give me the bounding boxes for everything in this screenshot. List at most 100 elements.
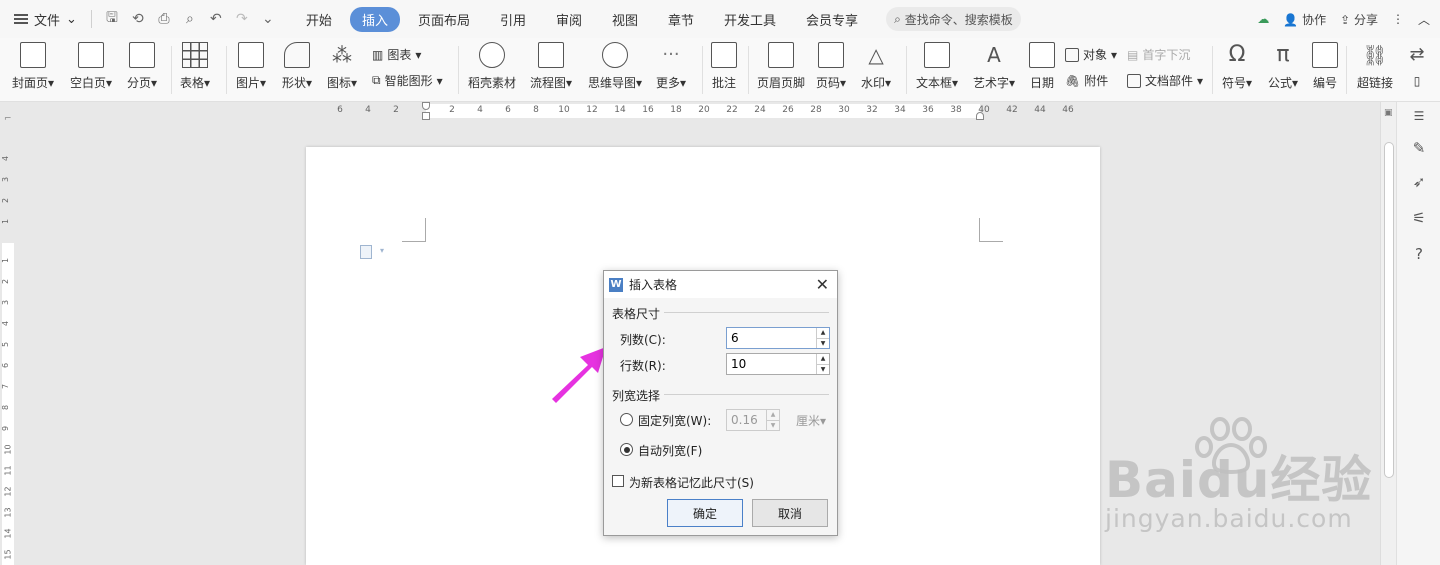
quick-access-toolbar: 🖫 ⟲ ⎙ ⌕ ↶ ↷ ⌄: [96, 7, 284, 31]
divider: [171, 46, 172, 94]
increment-icon[interactable]: ▲: [817, 354, 829, 365]
cloud-sync-icon[interactable]: ☁: [1257, 12, 1269, 26]
tab-review[interactable]: 审阅: [544, 7, 594, 32]
customize-icon[interactable]: ⌄: [260, 11, 276, 27]
save-icon[interactable]: 🖫: [104, 7, 120, 31]
share-button[interactable]: ⇪ 分享: [1340, 11, 1378, 28]
cancel-button[interactable]: 取消: [752, 499, 828, 527]
date-button[interactable]: 日期: [1029, 42, 1055, 91]
textbox-button[interactable]: 文本框▾: [916, 42, 958, 91]
chevron-down-icon: ⌄: [66, 11, 77, 27]
remember-size-checkbox[interactable]: [612, 475, 624, 487]
flowchart-label: 流程图: [530, 76, 567, 90]
header-footer-button[interactable]: 页眉页脚: [757, 42, 805, 91]
tab-chapter[interactable]: 章节: [656, 7, 706, 32]
undo-icon[interactable]: ↶: [208, 11, 224, 27]
print-icon[interactable]: ⎙: [156, 11, 172, 27]
fixed-width-radio[interactable]: [620, 413, 633, 426]
shape-button[interactable]: 形状▾: [282, 42, 312, 91]
auto-width-radio[interactable]: [620, 443, 633, 456]
ruler-toggle-icon[interactable]: ▣: [1384, 108, 1393, 118]
search-placeholder: 查找命令、搜索模板: [904, 12, 1013, 27]
hyperlink-button[interactable]: ⛓ 超链接: [1357, 42, 1393, 91]
formula-button[interactable]: π 公式▾: [1268, 42, 1298, 91]
command-search[interactable]: ⌕ 查找命令、搜索模板: [886, 7, 1021, 31]
table-button[interactable]: 表格▾: [180, 42, 210, 91]
collab-button[interactable]: 👤 协作: [1283, 11, 1326, 28]
chart-button[interactable]: ▥ 图表 ▾: [372, 46, 421, 63]
smartart-button[interactable]: ⧉ 智能图形 ▾: [372, 72, 443, 89]
docpart-button[interactable]: 文档部件 ▾: [1127, 72, 1203, 89]
page-break-label: 分页: [127, 76, 152, 90]
decrement-icon[interactable]: ▼: [817, 365, 829, 375]
dropcap-button[interactable]: ▤ 首字下沉: [1127, 46, 1190, 63]
symbol-button[interactable]: Ω 符号▾: [1222, 42, 1252, 91]
cover-page-button[interactable]: 封面页▾: [12, 42, 54, 91]
icon-button[interactable]: ⁂ 图标▾: [327, 42, 357, 91]
dialog-titlebar[interactable]: W 插入表格 ✕: [604, 271, 837, 298]
pen-icon[interactable]: ✎: [1409, 138, 1429, 158]
tab-member[interactable]: 会员专享: [794, 7, 870, 32]
print-preview-icon[interactable]: ⌕: [182, 11, 198, 27]
scrollbar-thumb[interactable]: [1384, 142, 1394, 478]
left-indent-marker[interactable]: [422, 112, 430, 120]
decrement-icon[interactable]: ▼: [817, 339, 829, 349]
blank-page-button[interactable]: 空白页▾: [70, 42, 112, 91]
tab-start[interactable]: 开始: [294, 7, 344, 32]
object-label: 对象: [1083, 48, 1108, 62]
ruler-tick-label: 9: [1, 425, 11, 432]
watermark-button[interactable]: △ 水印▾: [861, 42, 891, 91]
select-cursor-icon[interactable]: ➶: [1409, 172, 1429, 192]
numbering-button[interactable]: 编号: [1312, 42, 1338, 91]
collapse-ribbon-icon[interactable]: ︿: [1418, 11, 1430, 28]
ruler-tick-label: 12: [3, 486, 13, 497]
close-icon[interactable]: ✕: [816, 275, 829, 294]
material-button[interactable]: 稻壳素材: [468, 42, 516, 91]
paragraph-options-icon[interactable]: [360, 245, 372, 259]
page-number-button[interactable]: 页码▾: [816, 42, 846, 91]
rows-input[interactable]: [727, 354, 817, 374]
ruler-tick-label: 34: [894, 105, 906, 115]
ruler-tick-label: 30: [838, 105, 850, 115]
rows-spinner[interactable]: ▲▼: [726, 353, 830, 375]
ok-button[interactable]: 确定: [667, 499, 743, 527]
export-icon[interactable]: ⟲: [130, 11, 146, 27]
file-menu[interactable]: 文件 ⌄: [0, 0, 87, 38]
vertical-ruler[interactable]: 4 3 2 1 1 2 3 4 5 6 7 8 9 10 11 12 13 14 15: [0, 120, 16, 565]
flowchart-button[interactable]: 流程图▾: [530, 42, 572, 91]
menu-lines-icon[interactable]: ☰: [1409, 106, 1429, 126]
watermark-label: 水印: [861, 76, 886, 90]
mindmap-button[interactable]: 思维导图▾: [588, 42, 642, 91]
ruler-tick-label: 12: [586, 105, 598, 115]
more-menu-icon[interactable]: ⋮: [1392, 12, 1404, 26]
attachment-button[interactable]: 🖇 附件: [1065, 72, 1108, 89]
wordart-button[interactable]: A 艺术字▾: [973, 42, 1015, 91]
ruler-tick-label: 6: [505, 105, 511, 115]
comment-button[interactable]: 批注: [711, 42, 737, 91]
picture-button[interactable]: 图片▾: [236, 42, 266, 91]
columns-input[interactable]: [727, 328, 817, 348]
tab-page-layout[interactable]: 页面布局: [406, 7, 482, 32]
material-label: 稻壳素材: [468, 76, 517, 90]
divider: [748, 46, 749, 94]
settings-sliders-icon[interactable]: ⚟: [1409, 208, 1429, 228]
more-button[interactable]: ··· 更多▾: [656, 42, 686, 91]
cover-page-label: 封面页: [12, 76, 49, 90]
increment-icon[interactable]: ▲: [817, 328, 829, 339]
help-icon[interactable]: ?: [1409, 244, 1429, 264]
horizontal-ruler[interactable]: 6 4 2 2 4 6 8 10 12 14 16 18 20 22 24 26 28 30 32 34 36 38 40 4…: [0, 102, 1384, 120]
first-line-indent-marker[interactable]: [422, 102, 430, 110]
ruler-tick-label: 8: [1, 404, 11, 411]
tab-view[interactable]: 视图: [600, 7, 650, 32]
object-button[interactable]: 对象 ▾: [1065, 46, 1117, 63]
tab-insert[interactable]: 插入: [349, 6, 400, 32]
tab-developer[interactable]: 开发工具: [712, 7, 788, 32]
bookmark-button[interactable]: ⇄ ▯: [1404, 42, 1430, 88]
page-break-button[interactable]: 分页▾: [127, 42, 157, 91]
columns-spinner[interactable]: ▲▼: [726, 327, 830, 349]
header-footer-icon: [768, 42, 794, 68]
vertical-scrollbar[interactable]: ▣: [1380, 102, 1396, 565]
tab-references[interactable]: 引用: [488, 7, 538, 32]
ruler-tick-label: 2: [1, 278, 11, 285]
redo-icon[interactable]: ↷: [234, 11, 250, 27]
